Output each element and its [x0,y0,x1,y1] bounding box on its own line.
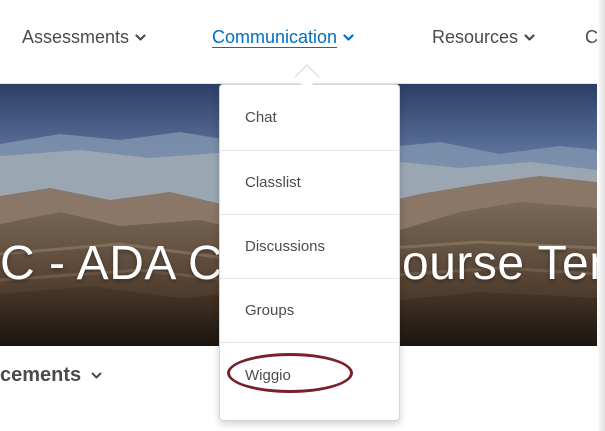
menu-item-label-wrap: Wiggio [227,352,353,393]
chevron-down-icon [524,32,535,43]
screenshot-frame: Assessments Communication Resources C C … [0,0,605,431]
course-title-left: C - ADA C [0,237,224,290]
menu-item-label: Groups [245,302,295,319]
chevron-down-icon[interactable] [91,370,102,381]
menu-item-label: Chat [245,109,277,126]
menu-item-discussions[interactable]: Discussions [220,215,399,279]
chevron-down-icon [135,32,146,43]
menu-item-chat[interactable]: Chat [220,85,399,151]
course-title-right: ourse Tem [402,236,597,291]
highlight-circle-annotation [227,352,353,393]
menu-item-label: Classlist [245,174,301,191]
menu-item-wiggio[interactable]: Wiggio [220,343,399,407]
nav-item-communication[interactable]: Communication [212,27,354,48]
course-title-right-text: ourse Tem [402,237,597,290]
communication-dropdown-menu: Chat Classlist Discussions Groups Wiggio [219,84,400,421]
announcements-widget-header[interactable]: cements [0,364,102,387]
chevron-down-icon [343,32,354,43]
nav-item-label: C [585,27,598,47]
nav-item-label: Assessments [22,27,130,47]
menu-item-classlist[interactable]: Classlist [220,151,399,215]
nav-item-truncated[interactable]: C [585,27,598,48]
course-title: C - ADA C [0,236,223,291]
nav-item-label: Resources [432,27,519,47]
nav-item-resources[interactable]: Resources [432,27,535,48]
widget-title: cements [0,364,82,386]
menu-item-label: Discussions [245,238,326,255]
menu-item-groups[interactable]: Groups [220,279,399,343]
nav-item-assessments[interactable]: Assessments [22,27,146,48]
nav-item-label: Communication [212,27,338,47]
